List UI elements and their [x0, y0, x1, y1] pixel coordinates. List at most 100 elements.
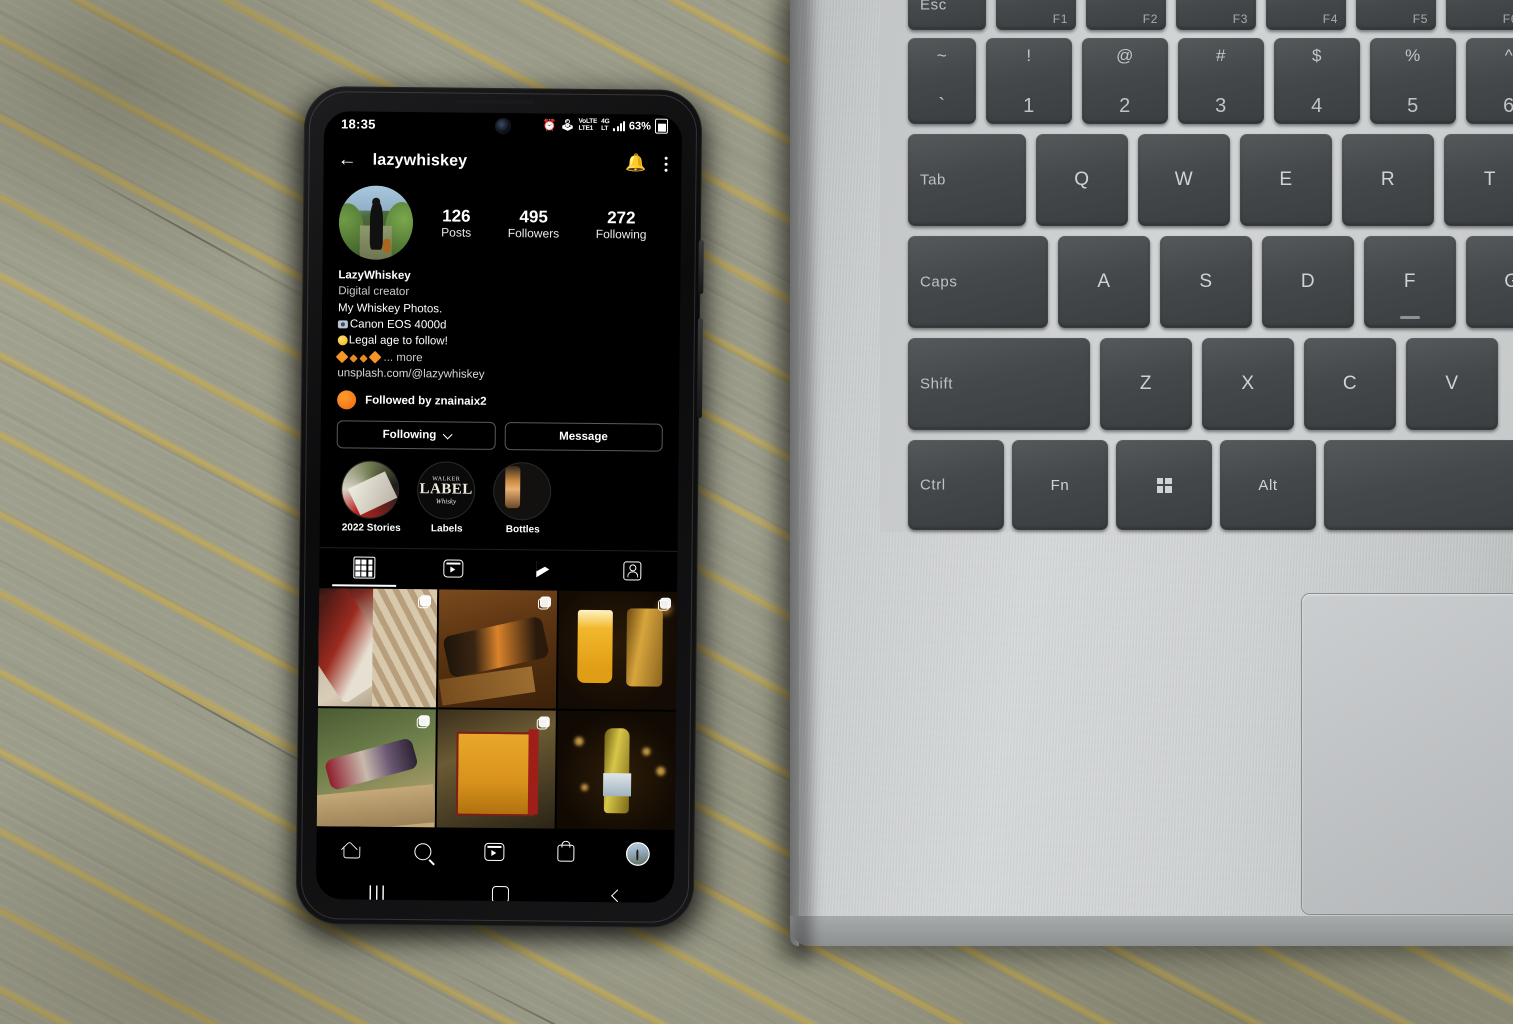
key-alt[interactable]: Alt — [1220, 440, 1316, 530]
diamond-emoji-icon — [349, 353, 358, 363]
tab-grid[interactable] — [319, 548, 409, 587]
follower-avatar — [337, 390, 357, 410]
battery-icon — [654, 118, 669, 134]
key-f1[interactable]: ☼ F1 — [996, 0, 1076, 30]
earpiece-speaker — [456, 99, 535, 105]
signal-bars-icon — [613, 120, 626, 131]
front-camera — [495, 118, 511, 134]
power-button[interactable] — [698, 240, 704, 295]
mute-icon: 🔇 — [1276, 0, 1293, 1]
tab-reels[interactable] — [409, 549, 499, 588]
followed-by-text: Followed by znainaix2 — [365, 394, 487, 408]
key-f2[interactable]: ☀ F2 — [1086, 0, 1166, 30]
highlight-bottles[interactable]: Bottles — [493, 463, 553, 536]
message-button[interactable]: Message — [504, 422, 663, 453]
grid-post[interactable] — [557, 590, 678, 711]
key-f4[interactable]: 🔇 F4 — [1266, 0, 1346, 30]
notification-bell-icon[interactable]: 🔔 — [625, 153, 646, 173]
key-f3[interactable]: ☯ F3 — [1176, 0, 1256, 30]
key-2[interactable]: @ 2 — [1082, 38, 1168, 124]
posts-grid — [316, 588, 678, 831]
bio-more-link[interactable]: ... more — [383, 351, 422, 363]
key-w[interactable]: W — [1138, 134, 1230, 226]
key-1[interactable]: ! 1 — [986, 38, 1072, 124]
followed-by-row[interactable]: Followed by znainaix2 — [321, 381, 679, 413]
laptop: Esc ☼ F1 ☀ F2 ☯ F3 🔇 F4 🔉 F5 🔊 F6 ~ ` — [790, 0, 1513, 946]
key-3[interactable]: # 3 — [1178, 38, 1264, 124]
carousel-icon — [537, 596, 552, 610]
laptop-shadow — [770, 0, 810, 961]
stat-following[interactable]: 272 Following — [596, 208, 647, 243]
arrow-left-icon[interactable]: ← — [338, 149, 357, 171]
alarm-icon: ⏰ — [542, 119, 557, 132]
key-esc[interactable]: Esc — [908, 0, 986, 30]
key-tab[interactable]: Tab — [908, 134, 1026, 226]
key-t[interactable]: T — [1444, 134, 1513, 226]
carousel-icon — [417, 595, 432, 609]
laptop-front-edge — [790, 916, 1513, 946]
following-button[interactable]: Following — [336, 420, 496, 451]
profile-username: lazywhiskey — [372, 151, 468, 170]
key-d[interactable]: D — [1262, 236, 1354, 328]
home-icon[interactable] — [343, 843, 361, 859]
key-tilde[interactable]: ~ ` — [908, 38, 976, 124]
key-g[interactable]: G — [1466, 236, 1513, 328]
grid-post[interactable] — [437, 589, 558, 709]
key-fn[interactable]: Fn — [1012, 440, 1108, 530]
grid-post[interactable] — [317, 588, 438, 708]
volume-up-icon: 🔊 — [1456, 0, 1473, 1]
stat-posts[interactable]: 126 Posts — [441, 206, 471, 241]
key-r[interactable]: R — [1342, 134, 1434, 226]
video-tab-icon — [536, 561, 550, 578]
diamond-emoji-icon — [359, 353, 368, 363]
battery-percent: 63% — [628, 119, 652, 133]
key-v[interactable]: V — [1406, 338, 1498, 430]
instagram-header: ← lazywhiskey 🔔 — [323, 139, 681, 185]
tab-tagged[interactable] — [588, 551, 678, 590]
key-capslock[interactable]: Caps — [908, 236, 1048, 328]
search-icon[interactable] — [413, 842, 431, 861]
grid-post[interactable] — [316, 708, 436, 828]
bottom-navigation — [316, 828, 674, 876]
reels-icon[interactable] — [483, 843, 504, 862]
key-ctrl[interactable]: Ctrl — [908, 440, 1004, 530]
key-q[interactable]: Q — [1036, 134, 1128, 226]
key-f5[interactable]: 🔉 F5 — [1356, 0, 1436, 30]
highlight-2022-stories[interactable]: 2022 Stories — [342, 461, 401, 534]
key-windows[interactable] — [1116, 440, 1212, 530]
key-e[interactable]: E — [1240, 134, 1332, 226]
key-f[interactable]: F — [1364, 236, 1456, 328]
key-6[interactable]: ^ 6 — [1466, 38, 1513, 124]
key-s[interactable]: S — [1160, 236, 1252, 328]
key-f6[interactable]: 🔊 F6 — [1446, 0, 1513, 30]
key-spacebar[interactable] — [1324, 440, 1513, 530]
carousel-icon — [657, 597, 672, 612]
grid-post[interactable] — [436, 709, 556, 829]
diamond-emoji-icon — [368, 350, 382, 364]
chevron-down-icon — [442, 429, 453, 440]
profile-avatar-icon[interactable] — [626, 843, 648, 865]
overflow-menu-icon[interactable] — [664, 156, 668, 172]
key-c[interactable]: C — [1304, 338, 1396, 430]
keyboard-backlight-icon: ☯ — [1186, 0, 1198, 1]
avatar[interactable] — [338, 185, 414, 261]
grid-post[interactable] — [556, 710, 676, 831]
key-4[interactable]: $ 4 — [1274, 38, 1360, 124]
back-chevron-icon[interactable] — [610, 889, 624, 902]
shop-icon[interactable] — [556, 844, 574, 862]
key-5[interactable]: % 5 — [1370, 38, 1456, 124]
key-x[interactable]: X — [1202, 338, 1294, 430]
home-square-icon[interactable] — [491, 885, 509, 903]
android-navigation-bar: ||| — [316, 872, 674, 903]
volume-button[interactable] — [696, 318, 703, 419]
stat-followers[interactable]: 495 Followers — [508, 207, 560, 242]
trackpad[interactable] — [1302, 594, 1513, 914]
key-z[interactable]: Z — [1100, 338, 1192, 430]
volte-icon: VoLTE LTE1 — [578, 117, 598, 132]
key-shift[interactable]: Shift — [908, 338, 1090, 430]
status-bar: 18:35 ⏰ 🕹 VoLTE LTE1 4G LT 63% — [324, 111, 682, 144]
key-a[interactable]: A — [1058, 236, 1150, 328]
highlight-labels[interactable]: WALKER LABEL Whisky Labels — [417, 462, 477, 535]
phone-screen: 18:35 ⏰ 🕹 VoLTE LTE1 4G LT 63% ← lazywhi… — [315, 111, 683, 903]
tab-video[interactable] — [498, 550, 588, 589]
